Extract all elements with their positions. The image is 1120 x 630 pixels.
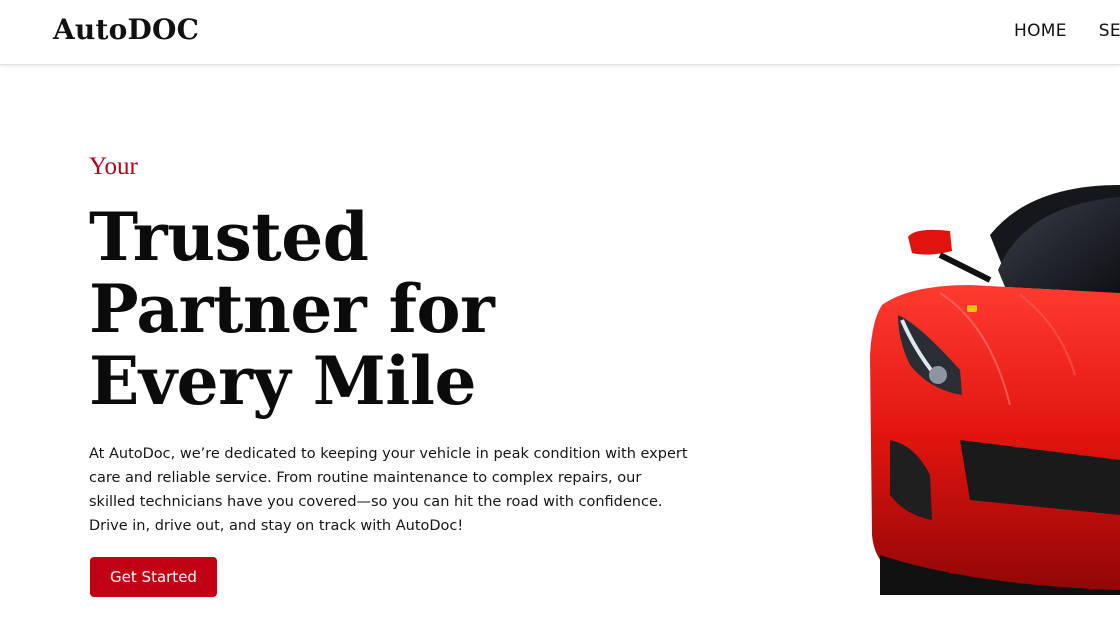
nav-links: HOME SERVICES: [1014, 21, 1120, 41]
nav-link-home[interactable]: HOME: [1014, 21, 1067, 41]
hero-eyebrow: Your: [89, 153, 138, 180]
hero-description: At AutoDoc, we’re dedicated to keeping y…: [89, 446, 688, 534]
logo[interactable]: AutoDOC: [53, 13, 199, 46]
red-sports-car-illustration: [840, 185, 1120, 595]
hero-title: Trusted Partner for Every Mile: [89, 201, 649, 417]
hero-title-line: Partner for: [89, 270, 495, 348]
hero-car-image: [820, 175, 1120, 595]
hero-title-line: Trusted: [89, 198, 369, 276]
get-started-button[interactable]: Get Started: [90, 557, 217, 597]
nav-link-services[interactable]: SERVICES: [1099, 21, 1120, 41]
navbar: AutoDOC HOME SERVICES: [0, 0, 1120, 65]
hero-title-line: Every Mile: [89, 342, 476, 420]
